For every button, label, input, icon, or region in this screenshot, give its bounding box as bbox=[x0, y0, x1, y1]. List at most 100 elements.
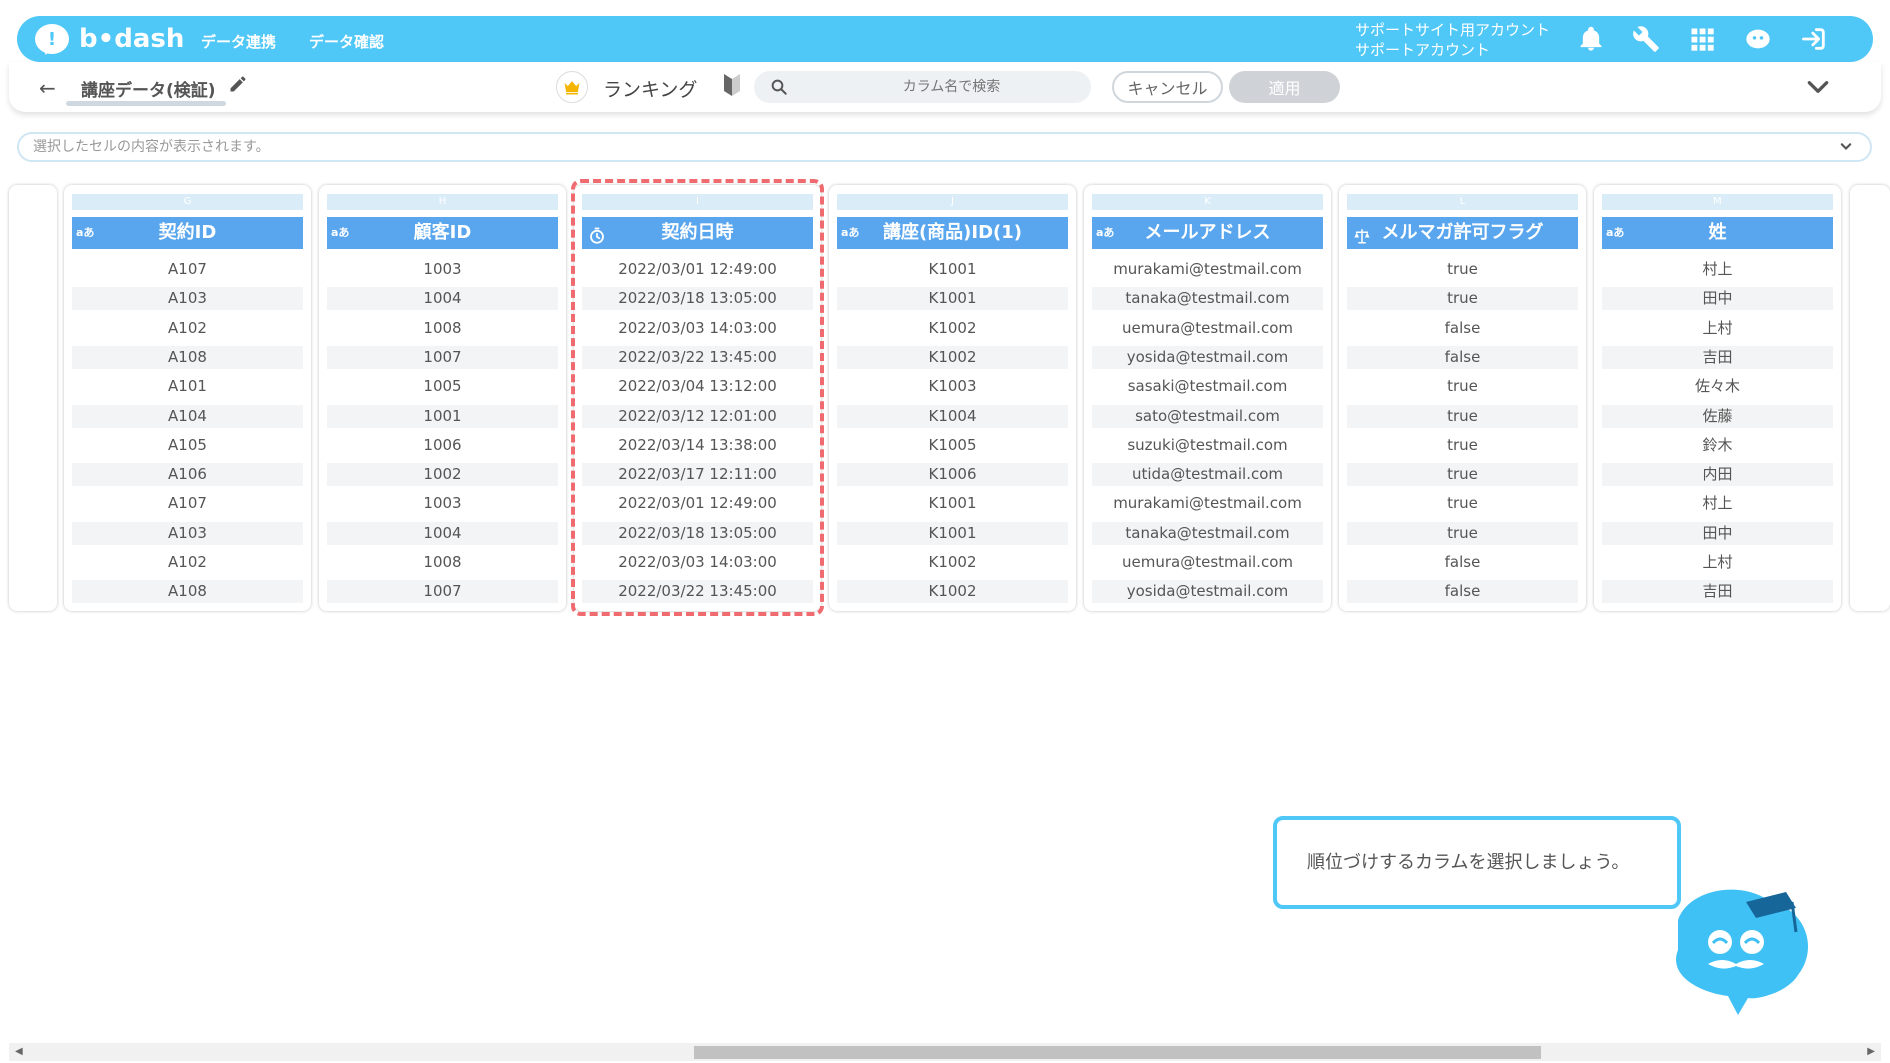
table-cell[interactable]: uemura@testmail.com bbox=[1092, 551, 1323, 574]
table-cell[interactable]: K1001 bbox=[837, 287, 1068, 311]
column-header[interactable]: aあ メールアドレス bbox=[1092, 217, 1323, 249]
table-cell[interactable]: false bbox=[1347, 317, 1578, 340]
table-cell[interactable]: 吉田 bbox=[1602, 345, 1833, 369]
table-cell[interactable]: 佐々木 bbox=[1602, 375, 1833, 398]
table-cell[interactable]: 佐藤 bbox=[1602, 404, 1833, 428]
table-cell[interactable]: utida@testmail.com bbox=[1092, 463, 1323, 487]
table-cell[interactable]: A107 bbox=[72, 258, 303, 281]
scroll-left-arrow-icon[interactable]: ◀ bbox=[15, 1046, 23, 1057]
chevron-down-icon[interactable] bbox=[1805, 74, 1831, 100]
pencil-icon[interactable] bbox=[228, 74, 248, 94]
table-cell[interactable]: 1007 bbox=[327, 580, 558, 604]
table-cell[interactable]: suzuki@testmail.com bbox=[1092, 434, 1323, 457]
table-cell[interactable]: 1004 bbox=[327, 287, 558, 311]
table-cell[interactable]: A103 bbox=[72, 521, 303, 545]
table-cell[interactable]: uemura@testmail.com bbox=[1092, 317, 1323, 340]
table-cell[interactable]: true bbox=[1347, 375, 1578, 398]
table-cell[interactable]: 上村 bbox=[1602, 317, 1833, 340]
back-arrow-icon[interactable]: ← bbox=[39, 76, 56, 100]
column-header[interactable]: aあ 契約ID bbox=[72, 217, 303, 249]
table-cell[interactable]: true bbox=[1347, 287, 1578, 311]
chat-bot-icon[interactable] bbox=[1744, 25, 1772, 53]
table-cell[interactable]: false bbox=[1347, 345, 1578, 369]
nav-data-check[interactable]: データ確認 bbox=[309, 31, 384, 52]
table-cell[interactable]: 1002 bbox=[327, 463, 558, 487]
table-cell[interactable]: A108 bbox=[72, 345, 303, 369]
table-cell[interactable]: 吉田 bbox=[1602, 580, 1833, 604]
table-cell[interactable]: K1002 bbox=[837, 551, 1068, 574]
table-cell[interactable]: K1006 bbox=[837, 463, 1068, 487]
table-cell[interactable]: 1007 bbox=[327, 345, 558, 369]
table-cell[interactable]: 1008 bbox=[327, 317, 558, 340]
table-cell[interactable]: 上村 bbox=[1602, 551, 1833, 574]
logout-icon[interactable] bbox=[1800, 25, 1828, 53]
table-cell[interactable]: tanaka@testmail.com bbox=[1092, 521, 1323, 545]
table-cell[interactable]: 鈴木 bbox=[1602, 434, 1833, 457]
grid-icon[interactable] bbox=[1688, 25, 1716, 53]
table-cell[interactable]: false bbox=[1347, 580, 1578, 604]
column-header[interactable]: aあ 講座(商品)ID(1) bbox=[837, 217, 1068, 249]
table-cell[interactable]: sato@testmail.com bbox=[1092, 404, 1323, 428]
table-cell[interactable]: 1005 bbox=[327, 375, 558, 398]
table-cell[interactable]: 1004 bbox=[327, 521, 558, 545]
table-cell[interactable]: A103 bbox=[72, 287, 303, 311]
wrench-icon[interactable] bbox=[1632, 25, 1660, 53]
table-cell[interactable]: true bbox=[1347, 521, 1578, 545]
column-header[interactable]: aあ 姓 bbox=[1602, 217, 1833, 249]
table-cell[interactable]: true bbox=[1347, 463, 1578, 487]
table-cell[interactable]: yosida@testmail.com bbox=[1092, 345, 1323, 369]
scrollbar-thumb[interactable] bbox=[694, 1046, 1541, 1059]
nav-data-integration[interactable]: データ連携 bbox=[201, 31, 276, 52]
table-cell[interactable]: 1001 bbox=[327, 404, 558, 428]
table-cell[interactable]: K1002 bbox=[837, 580, 1068, 604]
horizontal-scrollbar[interactable]: ◀ ▶ bbox=[9, 1043, 1881, 1061]
table-cell[interactable]: true bbox=[1347, 258, 1578, 281]
table-cell[interactable]: 内田 bbox=[1602, 463, 1833, 487]
table-cell[interactable]: true bbox=[1347, 492, 1578, 515]
table-cell[interactable]: sasaki@testmail.com bbox=[1092, 375, 1323, 398]
table-cell[interactable]: murakami@testmail.com bbox=[1092, 258, 1323, 281]
cell-content-display[interactable]: 選択したセルの内容が表示されます。 bbox=[17, 132, 1872, 162]
table-cell[interactable]: A101 bbox=[72, 375, 303, 398]
account-info[interactable]: サポートサイト用アカウント サポートアカウント bbox=[1355, 20, 1550, 60]
table-cell[interactable]: A108 bbox=[72, 580, 303, 604]
column-search-input[interactable] bbox=[754, 71, 1091, 103]
table-cell[interactable]: K1001 bbox=[837, 258, 1068, 281]
apply-button[interactable]: 適用 bbox=[1229, 71, 1340, 103]
table-cell[interactable]: A106 bbox=[72, 463, 303, 487]
column-header[interactable]: メルマガ許可フラグ bbox=[1347, 217, 1578, 249]
table-cell[interactable]: K1004 bbox=[837, 404, 1068, 428]
table-cell[interactable]: A105 bbox=[72, 434, 303, 457]
table-cell[interactable]: 田中 bbox=[1602, 521, 1833, 545]
table-cell[interactable]: A107 bbox=[72, 492, 303, 515]
chevron-down-icon[interactable] bbox=[1836, 136, 1856, 156]
table-cell[interactable]: 1003 bbox=[327, 258, 558, 281]
table-cell[interactable]: 1006 bbox=[327, 434, 558, 457]
table-cell[interactable]: false bbox=[1347, 551, 1578, 574]
table-cell[interactable]: yosida@testmail.com bbox=[1092, 580, 1323, 604]
table-cell[interactable]: A104 bbox=[72, 404, 303, 428]
table-cell[interactable]: true bbox=[1347, 404, 1578, 428]
bdash-logo[interactable]: ! b•dash bbox=[35, 22, 184, 56]
table-cell[interactable]: K1005 bbox=[837, 434, 1068, 457]
scroll-right-arrow-icon[interactable]: ▶ bbox=[1867, 1046, 1875, 1057]
cancel-button[interactable]: キャンセル bbox=[1112, 71, 1223, 103]
table-cell[interactable]: 村上 bbox=[1602, 258, 1833, 281]
table-cell[interactable]: K1002 bbox=[837, 317, 1068, 340]
table-cell[interactable]: A102 bbox=[72, 551, 303, 574]
table-cell[interactable]: K1002 bbox=[837, 345, 1068, 369]
table-cell[interactable]: 村上 bbox=[1602, 492, 1833, 515]
table-cell[interactable]: true bbox=[1347, 434, 1578, 457]
crown-icon[interactable] bbox=[556, 71, 588, 103]
table-cell[interactable]: 1008 bbox=[327, 551, 558, 574]
table-cell[interactable]: K1001 bbox=[837, 521, 1068, 545]
column-header[interactable]: aあ 顧客ID bbox=[327, 217, 558, 249]
table-cell[interactable]: K1001 bbox=[837, 492, 1068, 515]
table-cell[interactable]: 1003 bbox=[327, 492, 558, 515]
table-cell[interactable]: K1003 bbox=[837, 375, 1068, 398]
beginner-mark-icon[interactable] bbox=[723, 73, 741, 97]
table-cell[interactable]: A102 bbox=[72, 317, 303, 340]
bell-icon[interactable] bbox=[1577, 25, 1605, 53]
table-cell[interactable]: murakami@testmail.com bbox=[1092, 492, 1323, 515]
table-cell[interactable]: 田中 bbox=[1602, 287, 1833, 311]
